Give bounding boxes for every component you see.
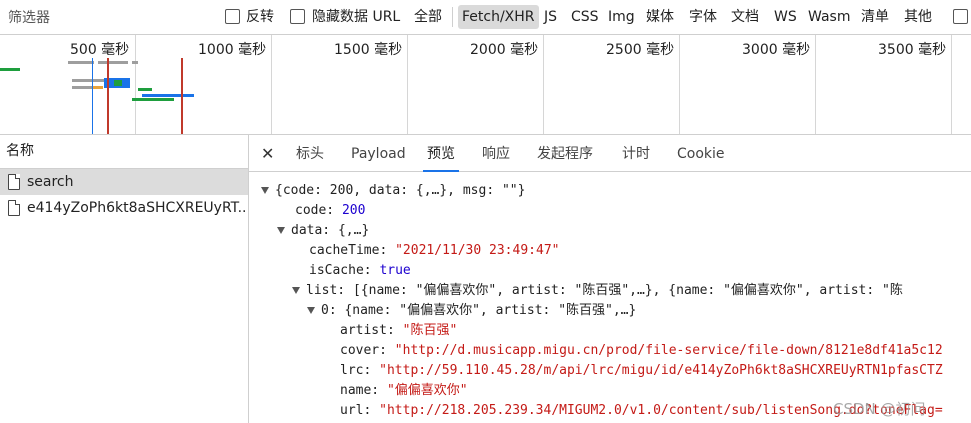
timeline-gridline bbox=[543, 35, 544, 134]
timeline-gridline bbox=[135, 35, 136, 134]
request-name: search bbox=[27, 174, 74, 190]
waterfall-bar bbox=[98, 61, 128, 64]
tree-node-cachetime: cacheTime: "2021/11/30 23:49:47" bbox=[309, 243, 560, 258]
waterfall-bar bbox=[68, 61, 94, 64]
blocked-requests-checkbox[interactable] bbox=[953, 9, 968, 24]
type-filter-fetch-xhr[interactable]: Fetch/XHR bbox=[458, 5, 539, 29]
detail-tabs: ✕ 标头 Payload 预览 响应 发起程序 计时 Cookie bbox=[249, 135, 971, 172]
waterfall-bar bbox=[72, 86, 92, 89]
name-column-header[interactable]: 名称 bbox=[0, 135, 248, 169]
hide-data-url-label: 隐藏数据 URL bbox=[312, 9, 401, 25]
document-icon bbox=[8, 174, 20, 190]
tree-node-name: name: "偏偏喜欢你" bbox=[340, 383, 468, 398]
timeline-tick-label: 3000 毫秒 bbox=[742, 42, 811, 58]
timeline-overview[interactable]: 500 毫秒 1000 毫秒 1500 毫秒 2000 毫秒 2500 毫秒 3… bbox=[0, 35, 971, 135]
expand-triangle-icon[interactable] bbox=[277, 227, 285, 234]
timeline-tick-label: 1500 毫秒 bbox=[334, 42, 403, 58]
waterfall-bar bbox=[132, 61, 138, 64]
timeline-gridline bbox=[679, 35, 680, 134]
waterfall-bar bbox=[114, 80, 122, 86]
tab-initiator[interactable]: 发起程序 bbox=[537, 135, 593, 171]
tree-node-item-0[interactable]: 0: {name: "偏偏喜欢你", artist: "陈百强",…} bbox=[307, 301, 636, 321]
tab-cookies[interactable]: Cookie bbox=[677, 135, 725, 171]
type-filter-manifest[interactable]: 清单 bbox=[861, 5, 889, 29]
type-filter-media[interactable]: 媒体 bbox=[646, 5, 674, 29]
tree-node-code: code: 200 bbox=[295, 203, 366, 218]
type-filter-css[interactable]: CSS bbox=[571, 5, 599, 29]
tab-timing[interactable]: 计时 bbox=[622, 135, 650, 171]
request-row-lrc[interactable]: e414yZoPh6kt8aSHCXREUyRT... bbox=[0, 195, 248, 221]
close-icon[interactable]: ✕ bbox=[261, 135, 274, 171]
watermark-text: CSDN @初问 bbox=[833, 400, 926, 418]
waterfall-bar bbox=[72, 79, 106, 82]
invert-label: 反转 bbox=[246, 9, 274, 25]
tree-node-cover: cover: "http://d.musicapp.migu.cn/prod/f… bbox=[340, 343, 943, 358]
expand-triangle-icon[interactable] bbox=[292, 287, 300, 294]
request-name: e414yZoPh6kt8aSHCXREUyRT... bbox=[27, 200, 248, 216]
timeline-tick-label: 2000 毫秒 bbox=[470, 42, 539, 58]
type-filter-other[interactable]: 其他 bbox=[904, 5, 932, 29]
tree-node-iscache: isCache: true bbox=[309, 263, 411, 278]
request-list: 名称 search e414yZoPh6kt8aSHCXREUyRT... bbox=[0, 135, 249, 423]
timeline-tick-label: 3500 毫秒 bbox=[878, 42, 947, 58]
filter-input[interactable] bbox=[0, 4, 220, 32]
waterfall-bar bbox=[0, 68, 20, 71]
expand-triangle-icon[interactable] bbox=[261, 187, 269, 194]
timeline-gridline bbox=[815, 35, 816, 134]
tab-headers[interactable]: 标头 bbox=[296, 135, 324, 171]
timeline-tick-label: 1000 毫秒 bbox=[198, 42, 267, 58]
request-row-search[interactable]: search bbox=[0, 169, 248, 195]
network-toolbar: 反转 隐藏数据 URL 全部 Fetch/XHR JS CSS Img 媒体 字… bbox=[0, 0, 971, 35]
waterfall-bar bbox=[93, 86, 103, 89]
type-filter-wasm[interactable]: Wasm bbox=[808, 5, 850, 29]
type-filter-ws[interactable]: WS bbox=[774, 5, 797, 29]
tab-response[interactable]: 响应 bbox=[482, 135, 510, 171]
tree-node-list[interactable]: list: [{name: "偏偏喜欢你", artist: "陈百强",…},… bbox=[292, 281, 903, 301]
type-filter-all[interactable]: 全部 bbox=[414, 5, 442, 29]
tree-node-lrc: lrc: "http://59.110.45.28/m/api/lrc/migu… bbox=[340, 363, 943, 378]
dom-content-loaded-marker bbox=[92, 58, 93, 134]
tree-node-data[interactable]: data: {,…} bbox=[277, 221, 369, 241]
waterfall-bar bbox=[142, 94, 194, 97]
timeline-gridline bbox=[951, 35, 952, 134]
hide-data-url-checkbox[interactable] bbox=[290, 9, 305, 24]
document-icon bbox=[8, 200, 20, 216]
load-event-marker bbox=[107, 58, 109, 134]
timeline-tick-label: 2500 毫秒 bbox=[606, 42, 675, 58]
expand-triangle-icon[interactable] bbox=[307, 307, 315, 314]
toolbar-divider bbox=[452, 7, 453, 27]
timeline-tick-label: 500 毫秒 bbox=[70, 42, 130, 58]
invert-checkbox[interactable] bbox=[225, 9, 240, 24]
waterfall-bar bbox=[132, 98, 174, 101]
timeline-gridline bbox=[407, 35, 408, 134]
request-detail-pane: ✕ 标头 Payload 预览 响应 发起程序 计时 Cookie {code:… bbox=[249, 135, 971, 423]
type-filter-img[interactable]: Img bbox=[608, 5, 635, 29]
waterfall-bar bbox=[138, 88, 152, 91]
type-filter-doc[interactable]: 文档 bbox=[731, 5, 759, 29]
type-filter-font[interactable]: 字体 bbox=[689, 5, 717, 29]
timeline-gridline bbox=[271, 35, 272, 134]
tree-node-root[interactable]: {code: 200, data: {,…}, msg: ""} bbox=[261, 181, 525, 201]
load-event-marker bbox=[181, 58, 183, 134]
tab-payload[interactable]: Payload bbox=[351, 135, 406, 171]
tree-node-artist: artist: "陈百强" bbox=[340, 323, 458, 338]
tab-preview[interactable]: 预览 bbox=[423, 135, 459, 172]
type-filter-js[interactable]: JS bbox=[544, 5, 557, 29]
